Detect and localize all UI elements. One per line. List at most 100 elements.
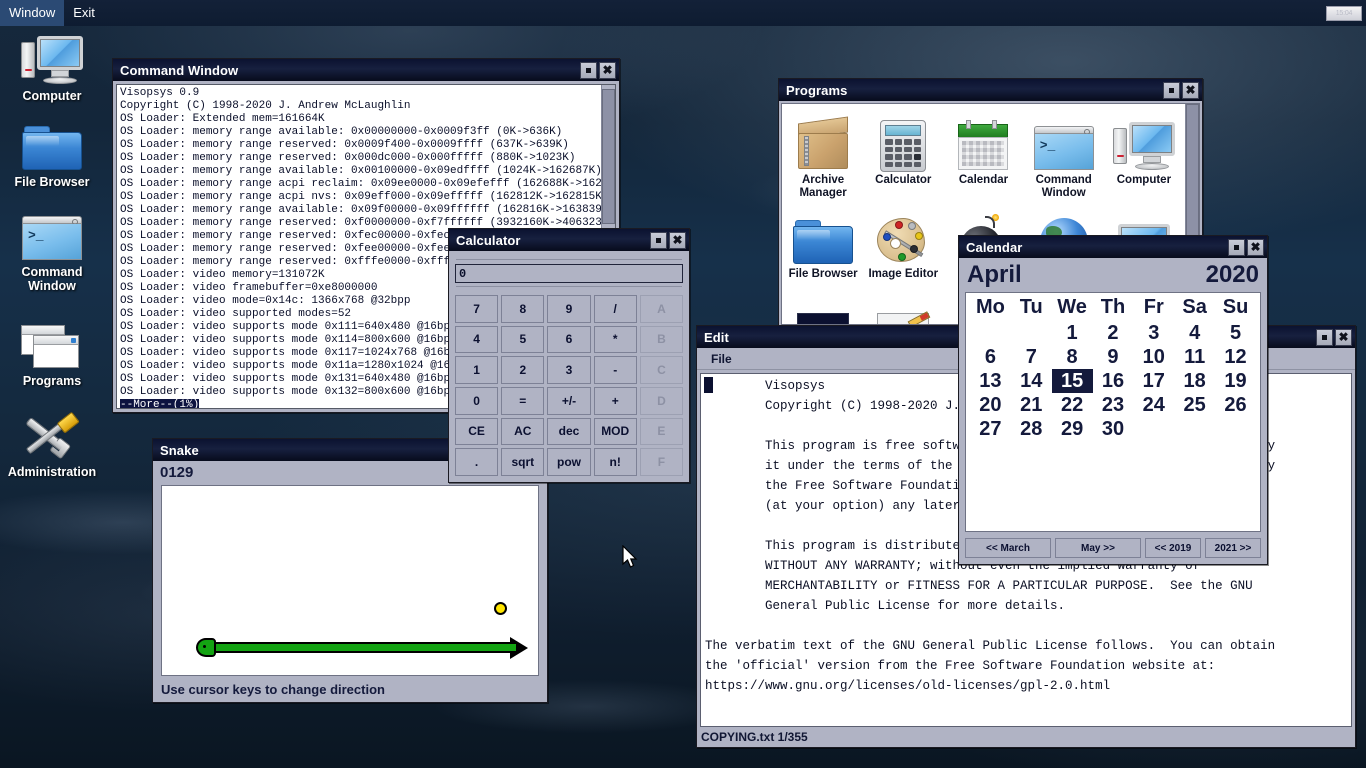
calendar-day-cell[interactable]: 14 <box>1011 369 1052 393</box>
calendar-day-cell[interactable]: 19 <box>1215 369 1256 393</box>
calc-key-7[interactable]: 7 <box>455 295 499 323</box>
calendar-weekday: Su <box>1222 296 1249 318</box>
scrollbar-thumb[interactable] <box>1186 104 1199 241</box>
program-item-computer[interactable]: Computer <box>1105 108 1183 200</box>
calendar-window-titlebar[interactable]: Calendar ✖ <box>959 236 1267 258</box>
top-menubar: Window Exit 15:04 <box>0 0 1366 26</box>
menu-exit[interactable]: Exit <box>64 0 104 26</box>
minimize-button[interactable] <box>580 61 597 79</box>
minimize-button[interactable] <box>1228 238 1245 256</box>
calc-key-[interactable]: . <box>455 448 499 476</box>
calc-key-MOD[interactable]: MOD <box>593 417 637 446</box>
edit-menu-file[interactable]: File <box>705 349 738 369</box>
calendar-day-cell[interactable]: 24 <box>1133 393 1174 417</box>
calc-key-[interactable]: + <box>593 386 637 415</box>
calendar-day-cell[interactable]: 2 <box>1093 321 1134 345</box>
calendar-day-cell[interactable]: 25 <box>1174 393 1215 417</box>
minimize-button[interactable] <box>1316 328 1333 346</box>
desktop-icon-administration[interactable]: Administration <box>2 408 102 479</box>
calendar-day-cell[interactable]: 28 <box>1011 417 1052 441</box>
next-year-button[interactable]: 2021 >> <box>1205 538 1261 558</box>
prev-month-button[interactable]: << March <box>965 538 1051 558</box>
calendar-day-cell[interactable]: 10 <box>1133 345 1174 369</box>
calendar-day-cell[interactable]: 20 <box>970 393 1011 417</box>
calc-key-[interactable]: - <box>593 356 637 384</box>
calc-key-AC[interactable]: AC <box>501 417 545 446</box>
calc-key-8[interactable]: 8 <box>501 295 545 323</box>
calc-key-2[interactable]: 2 <box>501 356 545 384</box>
calendar-day-cell[interactable]: 5 <box>1215 321 1256 345</box>
calendar-day-cell[interactable]: 6 <box>970 345 1011 369</box>
minimize-button[interactable] <box>650 231 667 249</box>
edit-status-bar: COPYING.txt 1/355 <box>697 727 1355 747</box>
calendar-window[interactable]: Calendar ✖ April 2020 Mo Tu We Th Fr Sa Su 123… <box>958 235 1268 565</box>
calendar-day-cell[interactable]: 8 <box>1052 345 1093 369</box>
snake-play-field[interactable] <box>161 485 539 676</box>
calendar-day-cell[interactable]: 13 <box>970 369 1011 393</box>
tray-clock-widget[interactable]: 15:04 <box>1326 5 1362 21</box>
programs-window-titlebar[interactable]: Programs ✖ <box>779 79 1202 101</box>
calculator-window-titlebar[interactable]: Calculator ✖ <box>449 229 689 251</box>
program-item-image-editor[interactable]: Image Editor <box>864 202 942 281</box>
calendar-day-cell[interactable]: 17 <box>1133 369 1174 393</box>
desktop-icon-command-window[interactable]: >_ Command Window <box>2 208 102 293</box>
calc-key-9[interactable]: 9 <box>547 295 591 323</box>
calendar-day-cell[interactable]: 4 <box>1174 321 1215 345</box>
calc-key-5[interactable]: 5 <box>501 325 545 354</box>
program-item-extra-dark[interactable] <box>784 283 862 324</box>
scrollbar-thumb[interactable] <box>602 88 615 225</box>
calendar-day-cell[interactable]: 27 <box>970 417 1011 441</box>
calendar-day-cell[interactable]: 9 <box>1093 345 1134 369</box>
program-item-calculator[interactable]: Calculator <box>864 108 942 200</box>
calc-key-0[interactable]: 0 <box>455 386 499 415</box>
calendar-day-cell[interactable]: 15 <box>1051 369 1093 393</box>
calendar-day-cell[interactable]: 30 <box>1093 417 1134 441</box>
program-item-extra-pencil[interactable] <box>864 283 942 324</box>
calc-key-CE[interactable]: CE <box>455 417 499 446</box>
program-item-command-window[interactable]: >_ Command Window <box>1025 108 1103 200</box>
calendar-day-cell[interactable]: 22 <box>1052 393 1093 417</box>
close-button[interactable]: ✖ <box>669 231 686 249</box>
calc-key-pow[interactable]: pow <box>547 448 591 476</box>
calc-key-6[interactable]: 6 <box>547 325 591 354</box>
calc-key-3[interactable]: 3 <box>547 356 591 384</box>
menu-window[interactable]: Window <box>0 0 65 26</box>
calculator-display[interactable]: 0 <box>455 264 683 283</box>
program-item-calendar[interactable]: Calendar <box>944 108 1022 200</box>
calendar-day-cell[interactable]: 1 <box>1052 321 1093 345</box>
minimize-button[interactable] <box>1163 81 1180 99</box>
calc-key-[interactable]: / <box>593 295 637 323</box>
palette-icon <box>864 202 942 266</box>
calendar-day-cell[interactable]: 3 <box>1133 321 1174 345</box>
calendar-day-cell[interactable]: 26 <box>1215 393 1256 417</box>
desktop-icon-file-browser[interactable]: File Browser <box>2 118 102 189</box>
calculator-window[interactable]: Calculator ✖ 0 7 8 9/A 4 5 6 * B 1 2 3- C 0 = +/- + D CE A… <box>448 228 690 483</box>
calc-key-[interactable]: +/- <box>547 386 591 415</box>
close-button[interactable]: ✖ <box>1247 238 1264 256</box>
calc-key-4[interactable]: 4 <box>455 325 499 354</box>
program-item-file-browser[interactable]: File Browser <box>784 202 862 281</box>
close-button[interactable]: ✖ <box>599 61 616 79</box>
next-month-button[interactable]: May >> <box>1055 538 1141 558</box>
desktop-icon-programs[interactable]: Programs <box>2 317 102 388</box>
calc-key-sqrt[interactable]: sqrt <box>501 448 545 476</box>
desktop-icon-computer[interactable]: Computer <box>2 32 102 103</box>
calendar-day-cell[interactable]: 16 <box>1093 369 1134 393</box>
calendar-day-cell[interactable]: 23 <box>1093 393 1134 417</box>
calendar-day-cell[interactable]: 11 <box>1174 345 1215 369</box>
program-item-archive-manager[interactable]: Archive Manager <box>784 108 862 200</box>
calendar-day-cell[interactable]: 29 <box>1052 417 1093 441</box>
calc-key-[interactable]: * <box>593 325 637 354</box>
close-button[interactable]: ✖ <box>1335 328 1352 346</box>
calc-key-n[interactable]: n! <box>593 448 637 476</box>
calc-key-[interactable]: = <box>501 386 545 415</box>
calc-key-1[interactable]: 1 <box>455 356 499 384</box>
calendar-day-cell[interactable]: 12 <box>1215 345 1256 369</box>
prev-year-button[interactable]: << 2019 <box>1145 538 1201 558</box>
calendar-day-cell[interactable]: 18 <box>1174 369 1215 393</box>
command-window-titlebar[interactable]: Command Window ✖ <box>113 59 619 81</box>
close-button[interactable]: ✖ <box>1182 81 1199 99</box>
calendar-day-cell[interactable]: 21 <box>1011 393 1052 417</box>
calc-key-dec[interactable]: dec <box>547 417 591 446</box>
calendar-day-cell[interactable]: 7 <box>1011 345 1052 369</box>
